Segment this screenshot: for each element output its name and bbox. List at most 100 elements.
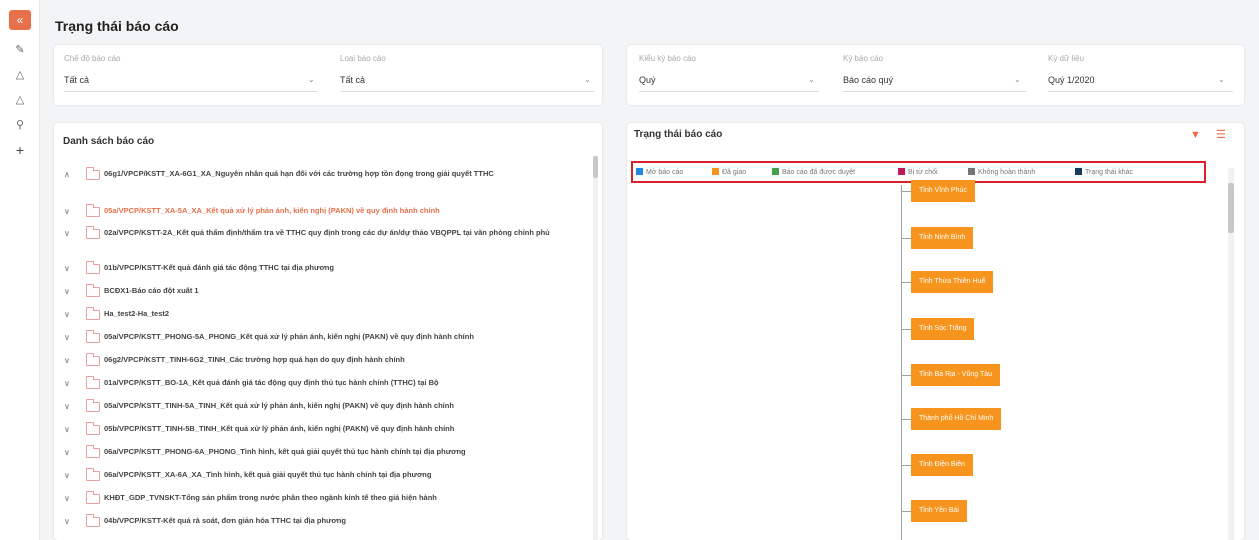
legend-label: Bị từ chối: [908, 169, 938, 176]
filter-card-left: [54, 45, 602, 105]
tree-item-label: KHĐT_GDP_TVNSKT-Tổng sản phẩm trong nước…: [104, 493, 437, 502]
scrollbar-thumb[interactable]: [593, 156, 598, 178]
org-node[interactable]: Tỉnh Thừa Thiên Huế: [911, 271, 994, 293]
chevron-down-icon[interactable]: ∨: [64, 471, 70, 480]
divider: [340, 91, 594, 92]
search-icon[interactable]: ⚲: [12, 117, 28, 133]
divider: [1048, 91, 1233, 92]
divider: [843, 91, 1026, 92]
filter-label: Kỳ dữ liệu: [1048, 54, 1085, 63]
legend-swatch: [1075, 168, 1082, 175]
org-node[interactable]: Tỉnh Ninh Bình: [911, 227, 974, 249]
chevron-down-icon[interactable]: ⌄: [308, 75, 315, 84]
tree-item-label: 05a/VPCP/KSTT_XA-5A_XA_Kết quả xử lý phả…: [104, 206, 440, 215]
tree-item-label: 06g1/VPCP/KSTT_XA-6G1_XA_Nguyên nhân quá…: [104, 169, 494, 178]
scrollbar-thumb[interactable]: [1228, 183, 1234, 233]
legend-item[interactable]: Mở báo cáo: [636, 168, 683, 176]
chevron-down-icon[interactable]: ⌄: [1218, 75, 1225, 84]
legend-label: Trạng thái khác: [1085, 169, 1133, 176]
collapse-icon[interactable]: «: [9, 10, 31, 30]
report-period-select[interactable]: Báo cáo quý: [843, 75, 893, 85]
chevron-down-icon[interactable]: ∨: [64, 494, 70, 503]
legend-swatch: [712, 168, 719, 175]
scrollbar[interactable]: [593, 156, 598, 540]
chevron-down-icon[interactable]: ∨: [64, 333, 70, 342]
page-title: Trạng thái báo cáo: [55, 18, 179, 34]
legend-label: Báo cáo đã được duyệt: [782, 169, 856, 176]
org-node[interactable]: Tỉnh Vĩnh Phúc: [911, 180, 975, 202]
folder-icon: [86, 399, 100, 412]
tree-item-label: 05a/VPCP/KSTT_PHONG-5A_PHONG_Kết quả xử …: [104, 332, 474, 341]
folder-icon: [86, 284, 100, 297]
download-icon[interactable]: ▼: [1190, 129, 1201, 141]
folder-icon: [86, 353, 100, 366]
chevron-down-icon[interactable]: ⌄: [1014, 75, 1021, 84]
legend-item[interactable]: Bị từ chối: [898, 168, 938, 176]
chevron-down-icon[interactable]: ∨: [64, 207, 70, 216]
chart-icon[interactable]: △: [12, 92, 28, 108]
list-icon[interactable]: ☰: [1216, 128, 1226, 141]
chevron-up-icon[interactable]: ∧: [64, 170, 70, 179]
legend-swatch: [772, 168, 779, 175]
tree-item-label: 05b/VPCP/KSTT_TINH-5B_TINH_Kết quả xử lý…: [104, 424, 455, 433]
sidebar: « ✎ △ △ ⚲ +: [0, 0, 40, 540]
edit-icon[interactable]: ✎: [12, 42, 28, 58]
org-node[interactable]: Thành phố Hồ Chí Minh: [911, 408, 1002, 430]
filter-card-right: [627, 45, 1244, 105]
legend-item[interactable]: Đã giao: [712, 168, 746, 176]
legend-label: Đã giao: [722, 169, 747, 176]
folder-icon: [86, 307, 100, 320]
folder-icon: [86, 204, 100, 217]
chevron-down-icon[interactable]: ⌄: [808, 75, 815, 84]
org-connector: [901, 191, 911, 192]
org-node[interactable]: Tỉnh Sóc Trăng: [911, 318, 975, 340]
chevron-down-icon[interactable]: ∨: [64, 448, 70, 457]
period-type-select[interactable]: Quý: [639, 75, 656, 85]
folder-icon: [86, 376, 100, 389]
org-connector: [901, 329, 911, 330]
chevron-down-icon[interactable]: ∨: [64, 264, 70, 273]
divider: [64, 91, 318, 92]
folder-icon: [86, 422, 100, 435]
org-connector: [901, 511, 911, 512]
org-node[interactable]: Tỉnh Bà Rịa - Vũng Tàu: [911, 364, 1001, 386]
chevron-down-icon[interactable]: ∨: [64, 229, 70, 238]
chevron-down-icon[interactable]: ∨: [64, 356, 70, 365]
data-period-select[interactable]: Quý 1/2020: [1048, 75, 1095, 85]
chevron-down-icon[interactable]: ∨: [64, 287, 70, 296]
chevron-down-icon[interactable]: ∨: [64, 425, 70, 434]
filter-label: Kỳ báo cáo: [843, 54, 884, 63]
chart-icon[interactable]: △: [12, 67, 28, 83]
chevron-down-icon[interactable]: ∨: [64, 402, 70, 411]
legend-item[interactable]: Không hoàn thành: [968, 168, 1035, 176]
chevron-down-icon[interactable]: ⌄: [584, 75, 591, 84]
tree-item-label: 01b/VPCP/KSTT-Kết quả đánh giá tác động …: [104, 263, 334, 272]
chevron-down-icon[interactable]: ∨: [64, 517, 70, 526]
tree-item-label: 06a/VPCP/KSTT_XA-6A_XA_Tình hình, kết qu…: [104, 470, 432, 479]
report-list-title: Danh sách báo cáo: [63, 136, 155, 147]
filter-label: Kiểu kỳ báo cáo: [639, 54, 696, 63]
org-connector: [901, 419, 911, 420]
legend-item[interactable]: Báo cáo đã được duyệt: [772, 168, 855, 176]
legend-label: Mở báo cáo: [646, 169, 684, 176]
legend-item[interactable]: Trạng thái khác: [1075, 168, 1133, 176]
tree-item-label: 06g2/VPCP/KSTT_TINH-6G2_TINH_Các trường …: [104, 355, 405, 364]
divider: [639, 91, 819, 92]
org-node[interactable]: Tỉnh Điện Biên: [911, 454, 973, 476]
legend-swatch: [968, 168, 975, 175]
legend-label: Không hoàn thành: [978, 169, 1036, 176]
org-connector: [901, 465, 911, 466]
folder-icon: [86, 514, 100, 527]
folder-icon: [86, 167, 100, 180]
org-node[interactable]: Tỉnh Yên Bái: [911, 500, 967, 522]
chevron-down-icon[interactable]: ∨: [64, 379, 70, 388]
legend-swatch: [898, 168, 905, 175]
legend-swatch: [636, 168, 643, 175]
report-type-select[interactable]: Tất cả: [340, 75, 365, 85]
tree-item-label: BCĐX1-Báo cáo đột xuất 1: [104, 286, 199, 295]
tree-item-label: 01a/VPCP/KSTT_BO-1A_Kết quả đánh giá tác…: [104, 378, 439, 387]
report-mode-select[interactable]: Tất cả: [64, 75, 89, 85]
plus-icon[interactable]: +: [12, 142, 28, 158]
chevron-down-icon[interactable]: ∨: [64, 310, 70, 319]
status-title: Trạng thái báo cáo: [634, 129, 723, 140]
